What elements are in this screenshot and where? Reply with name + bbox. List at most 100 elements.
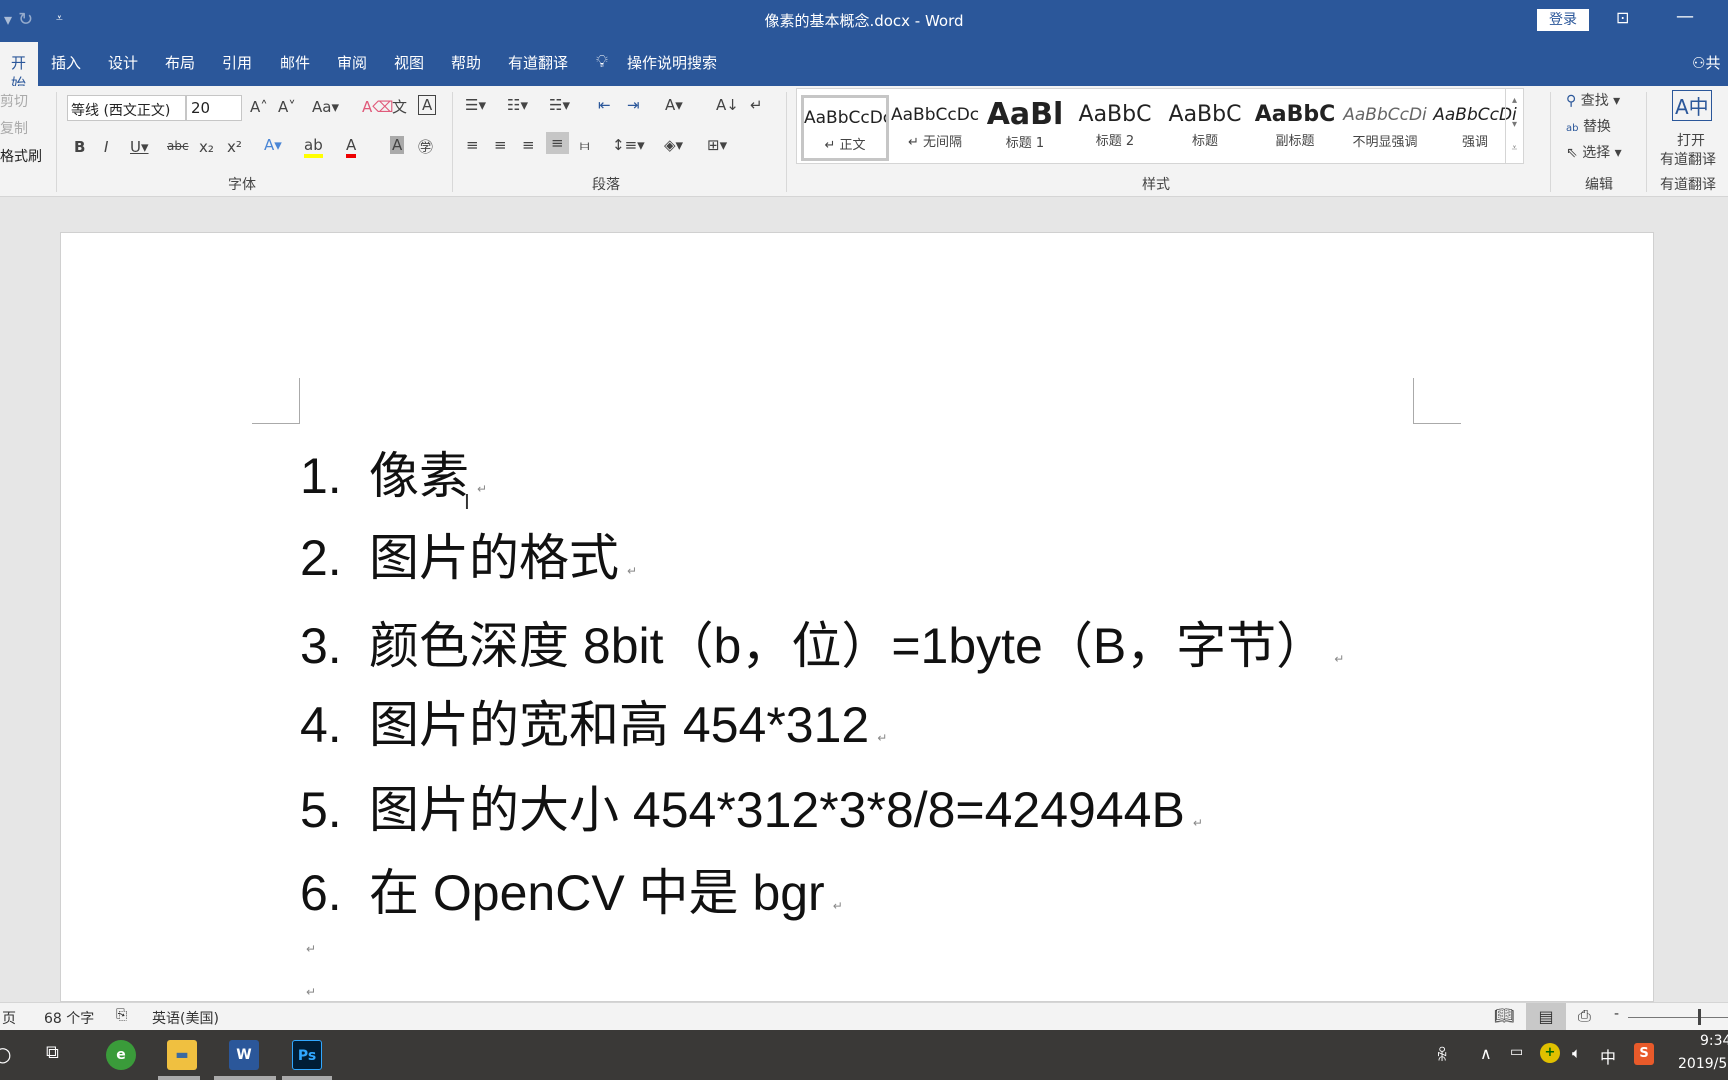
style-subtle-emphasis[interactable]: AaBbCcDi 不明显强调 xyxy=(1341,95,1429,161)
clear-formatting-icon[interactable]: A⌫ xyxy=(362,98,393,116)
translate-icon[interactable]: A中 xyxy=(1672,90,1712,121)
styles-group-label: 样式 xyxy=(1142,177,1170,193)
share-button[interactable]: ⚇共 xyxy=(1692,52,1720,73)
page-count[interactable]: 页 xyxy=(2,1008,16,1028)
strikethrough-icon[interactable]: abc xyxy=(167,139,189,153)
align-center-icon[interactable]: ≡ xyxy=(494,136,507,154)
select-button[interactable]: ⇖ 选择 ▾ xyxy=(1566,142,1622,162)
character-border-icon[interactable]: A xyxy=(418,95,437,115)
list-item[interactable]: 1. 像素 ↵ xyxy=(300,436,487,508)
tab-help[interactable]: 帮助 xyxy=(451,52,481,73)
list-item[interactable]: 3. 颜色深度 8bit（b，位）=1byte（B，字节） ↵ xyxy=(300,606,1344,678)
tab-home[interactable]: 开始 xyxy=(0,42,38,93)
sort-icon[interactable]: A↓ xyxy=(716,96,739,114)
font-size-select[interactable]: 20 xyxy=(186,95,242,121)
tab-review[interactable]: 审阅 xyxy=(337,52,367,73)
photoshop-icon[interactable]: Ps xyxy=(292,1040,322,1070)
increase-indent-icon[interactable]: ⇥ xyxy=(627,96,640,114)
underline-icon[interactable]: U▾ xyxy=(130,138,149,156)
empty-paragraph[interactable]: ↵ xyxy=(306,942,316,956)
tab-design[interactable]: 设计 xyxy=(108,52,138,73)
multilevel-list-icon[interactable]: ☵▾ xyxy=(549,96,570,114)
search-icon[interactable]: ○ xyxy=(0,1042,11,1066)
copy-button[interactable]: 复制 xyxy=(0,118,28,138)
shading-icon[interactable]: ◈▾ xyxy=(664,136,683,154)
minimize-button[interactable]: — xyxy=(1676,6,1694,27)
ribbon-display-icon[interactable]: ⊡ xyxy=(1616,8,1629,27)
zoom-slider[interactable] xyxy=(1628,1017,1728,1018)
align-right-icon[interactable]: ≡ xyxy=(522,136,535,154)
tab-youdao[interactable]: 有道翻译 xyxy=(508,52,568,73)
font-color-icon[interactable]: A xyxy=(346,136,357,158)
bold-icon[interactable]: B xyxy=(74,138,85,156)
battery-icon[interactable]: ▭ xyxy=(1510,1044,1523,1060)
justify-icon[interactable]: ≡ xyxy=(546,132,569,154)
clock-time[interactable]: 9:34 xyxy=(1700,1033,1728,1049)
numbering-icon[interactable]: ☷▾ xyxy=(507,96,528,114)
proofing-icon[interactable]: ⎘ xyxy=(116,1007,127,1023)
text-effects-icon[interactable]: A▾ xyxy=(264,136,282,154)
replace-button[interactable]: ab 替换 xyxy=(1566,116,1611,136)
superscript-icon[interactable]: x² xyxy=(227,138,242,156)
borders-icon[interactable]: ⊞▾ xyxy=(707,136,727,154)
file-explorer-icon[interactable]: ▬ xyxy=(167,1040,197,1070)
subscript-icon[interactable]: x₂ xyxy=(199,138,214,156)
ime-indicator[interactable]: 中 xyxy=(1600,1044,1616,1068)
tell-me-search[interactable]: 操作说明搜索 xyxy=(627,52,717,73)
tab-view[interactable]: 视图 xyxy=(394,52,424,73)
cut-button[interactable]: 剪切 xyxy=(0,91,28,111)
italic-icon[interactable]: I xyxy=(104,138,108,156)
show-marks-icon[interactable]: ↵ xyxy=(750,96,763,114)
bullets-icon[interactable]: ☰▾ xyxy=(465,96,486,114)
zoom-out-button[interactable]: - xyxy=(1614,1006,1619,1022)
read-mode-icon[interactable]: 📖︎ xyxy=(1494,1006,1514,1025)
zoom-slider-thumb[interactable] xyxy=(1698,1009,1701,1025)
style-title[interactable]: AaBbC 标题 xyxy=(1161,95,1249,161)
people-icon[interactable]: ꆜ xyxy=(1436,1044,1449,1065)
volume-icon[interactable]: 🔈︎ xyxy=(1572,1044,1581,1062)
login-button[interactable]: 登录 xyxy=(1537,9,1589,31)
format-painter-button[interactable]: 格式刷 xyxy=(0,146,42,166)
list-item[interactable]: 2. 图片的格式 ↵ xyxy=(300,518,637,590)
list-item[interactable]: 5. 图片的大小 454*312*3*8/8=424944B ↵ xyxy=(300,770,1203,842)
change-case-icon[interactable]: Aa▾ xyxy=(312,98,339,116)
grow-font-icon[interactable]: A˄ xyxy=(250,98,268,116)
phonetic-guide-icon[interactable]: 文 xyxy=(392,96,407,117)
style-heading-2[interactable]: AaBbC 标题 2 xyxy=(1071,95,1159,161)
sogou-icon[interactable]: S xyxy=(1634,1043,1654,1065)
tab-insert[interactable]: 插入 xyxy=(51,52,81,73)
highlight-icon[interactable]: ab xyxy=(304,136,323,158)
font-name-select[interactable]: 等线 (西文正文) xyxy=(67,95,186,121)
clock-date[interactable]: 2019/5 xyxy=(1678,1056,1727,1072)
chinese-layout-icon[interactable]: A▾ xyxy=(665,96,683,114)
align-left-icon[interactable]: ≡ xyxy=(466,136,479,154)
styles-scroll[interactable]: ▴ ▾ ⩡ xyxy=(1505,89,1523,163)
distributed-icon[interactable]: ⧦ xyxy=(580,136,589,154)
decrease-indent-icon[interactable]: ⇤ xyxy=(598,96,611,114)
list-item[interactable]: 4. 图片的宽和高 454*312 ↵ xyxy=(300,685,887,757)
shrink-font-icon[interactable]: A˅ xyxy=(278,98,296,116)
style-subtitle[interactable]: AaBbC 副标题 xyxy=(1251,95,1339,161)
tab-layout[interactable]: 布局 xyxy=(165,52,195,73)
tray-chevron-icon[interactable]: ∧ xyxy=(1480,1044,1492,1063)
language[interactable]: 英语(美国) xyxy=(152,1008,219,1028)
edge-icon[interactable]: e xyxy=(106,1040,136,1070)
style-normal[interactable]: AaBbCcDc ↵ 正文 xyxy=(801,95,889,161)
web-layout-icon[interactable]: ⎙ xyxy=(1578,1006,1591,1026)
empty-paragraph[interactable]: ↵ xyxy=(306,985,316,999)
find-button[interactable]: ⚲ 查找 ▾ xyxy=(1566,90,1620,110)
open-youdao-button[interactable]: 打开 xyxy=(1677,130,1705,150)
style-heading-1[interactable]: AaBl 标题 1 xyxy=(981,95,1069,161)
security-icon[interactable]: + xyxy=(1540,1043,1560,1063)
print-layout-icon[interactable]: ▤ xyxy=(1526,1003,1566,1030)
list-item[interactable]: 6. 在 OpenCV 中是 bgr ↵ xyxy=(300,853,843,925)
line-spacing-icon[interactable]: ↕≡▾ xyxy=(612,136,645,154)
character-shading-icon[interactable]: A xyxy=(390,136,405,154)
style-no-spacing[interactable]: AaBbCcDc ↵ 无间隔 xyxy=(891,95,979,161)
tab-mailings[interactable]: 邮件 xyxy=(280,52,310,73)
enclose-characters-icon[interactable]: ㊫ xyxy=(418,136,433,157)
word-count[interactable]: 68 个字 xyxy=(44,1008,94,1028)
tab-references[interactable]: 引用 xyxy=(222,52,252,73)
word-icon[interactable]: W xyxy=(229,1040,259,1070)
task-view-icon[interactable]: ⧉ xyxy=(46,1042,59,1063)
